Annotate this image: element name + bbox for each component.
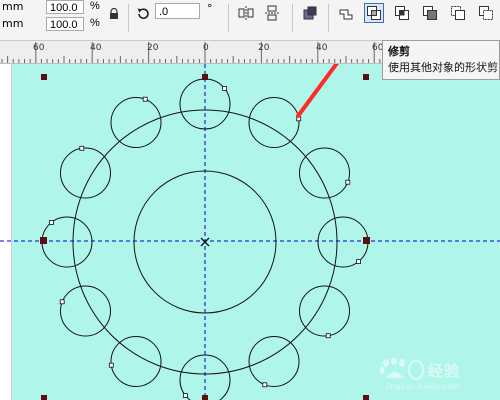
back-minus-front-icon (479, 6, 493, 20)
selection-handle-middle-left[interactable] (40, 237, 47, 244)
weld-icon (339, 9, 353, 20)
node-marker[interactable] (49, 219, 54, 225)
watermark-text: 经验 (428, 362, 461, 380)
selection-handle-top-left[interactable] (41, 74, 47, 80)
separator (128, 4, 129, 32)
rotate-button[interactable] (134, 4, 152, 24)
mirror-vertical-button[interactable] (262, 3, 282, 23)
degree-label: ° (207, 2, 213, 15)
intersect-icon (395, 6, 409, 20)
percent-label-bottom: % (90, 17, 100, 29)
small-circle[interactable] (60, 147, 111, 199)
trim-tooltip: 修剪 使用其他对象的形状剪 (382, 40, 500, 80)
combine-icon (303, 6, 317, 20)
selection-handle-top-right[interactable] (363, 74, 369, 80)
selection-handle-bottom-left[interactable] (41, 395, 47, 400)
ruler-label: 60 (33, 43, 45, 53)
front-minus-back-button[interactable] (448, 3, 468, 23)
rotation-angle-input[interactable]: .0 (155, 3, 200, 19)
node-marker[interactable] (59, 299, 65, 305)
small-circle[interactable] (110, 336, 162, 387)
baidu-watermark: 经验 jingyan.baidu.com (374, 358, 494, 394)
drawing-layer[interactable] (0, 64, 500, 400)
ruler-label: 20 (147, 43, 159, 53)
selection-handle-top-center[interactable] (202, 74, 208, 80)
percent-label-top: % (90, 0, 100, 12)
selection-handle-middle-right[interactable] (363, 237, 370, 244)
node-marker[interactable] (356, 259, 361, 265)
tooltip-description: 使用其他对象的形状剪 (388, 62, 498, 74)
annotation-arrow-icon (296, 64, 339, 118)
intersect-button[interactable] (392, 3, 412, 23)
back-minus-front-button[interactable] (476, 3, 496, 23)
small-circle[interactable] (60, 285, 111, 337)
ruler-label: 20 (258, 43, 270, 53)
separator (292, 4, 293, 32)
mirror-horizontal-icon (238, 6, 254, 20)
selection-handle-bottom-right[interactable] (363, 395, 369, 400)
node-marker[interactable] (222, 86, 228, 91)
small-circle[interactable] (248, 97, 300, 148)
watermark-url: jingyan.baidu.com (386, 382, 460, 391)
lock-ratio-button[interactable] (106, 4, 122, 24)
node-marker[interactable] (325, 333, 331, 339)
selection-handle-bottom-center[interactable] (202, 395, 208, 400)
simplify-button[interactable] (420, 3, 440, 23)
ruler-label: 40 (316, 43, 328, 53)
trim-icon (367, 6, 381, 20)
tooltip-title: 修剪 (388, 46, 410, 58)
front-minus-back-icon (451, 6, 465, 20)
node-marker[interactable] (142, 96, 148, 102)
scale-x-input[interactable]: 100.0 (46, 0, 84, 14)
node-marker[interactable] (345, 179, 351, 185)
small-circle[interactable] (110, 97, 162, 148)
unit-label-bottom: mm (2, 17, 24, 30)
trim-button[interactable] (364, 3, 384, 23)
small-circle[interactable] (248, 336, 300, 387)
node-marker[interactable] (79, 145, 85, 151)
ruler-label: 0 (203, 43, 209, 53)
mirror-horizontal-button[interactable] (236, 3, 256, 23)
paw-logo-icon (379, 358, 424, 380)
ruler-label: 40 (90, 43, 102, 53)
rotate-icon (137, 8, 149, 20)
property-bar: mm mm 100.0 100.0 % % .0 ° (0, 0, 500, 41)
combine-button[interactable] (300, 3, 320, 23)
weld-button[interactable] (336, 3, 356, 23)
node-marker[interactable] (182, 393, 188, 398)
scale-y-input[interactable]: 100.0 (46, 17, 84, 31)
lock-ratio-icon (110, 8, 118, 19)
unit-label-top: mm (2, 0, 24, 13)
separator (328, 4, 329, 32)
node-marker[interactable] (108, 362, 114, 368)
node-marker[interactable] (262, 382, 268, 388)
small-circle[interactable] (299, 147, 350, 199)
small-circle[interactable] (299, 285, 350, 337)
separator (228, 4, 229, 32)
mirror-vertical-icon (265, 5, 279, 21)
simplify-icon (423, 6, 437, 20)
